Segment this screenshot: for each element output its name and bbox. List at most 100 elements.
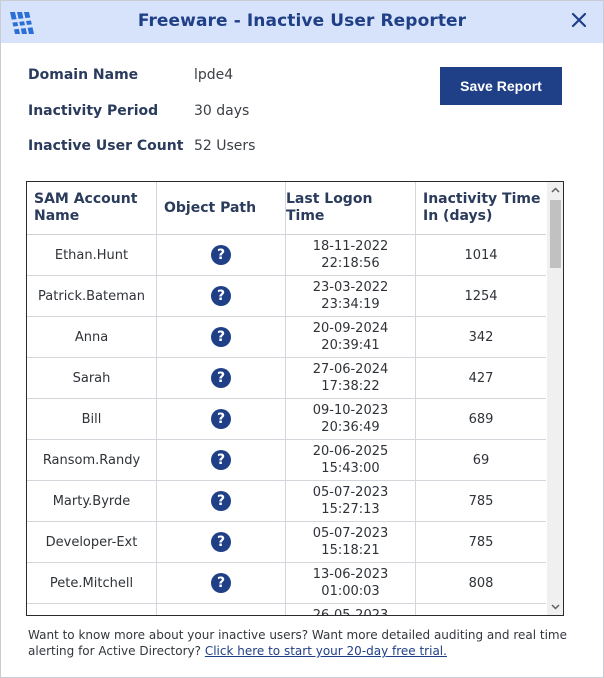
question-icon[interactable]: ? <box>211 409 231 429</box>
last-logon-date: 27-06-2024 <box>312 362 389 377</box>
object-path-cell: ? <box>157 399 286 439</box>
table-row[interactable]: ? 26-05-2023 <box>27 604 546 616</box>
last-logon-time-cell: 18-11-2022 22:18:56 <box>286 235 416 275</box>
scroll-up-arrow-icon[interactable] <box>547 182 563 198</box>
question-icon[interactable]: ? <box>211 327 231 347</box>
question-icon[interactable]: ? <box>211 368 231 388</box>
sam-account-name-cell <box>27 604 157 615</box>
last-logon-date: 09-10-2023 <box>312 403 389 418</box>
table-row[interactable]: Ransom.Randy? 20-06-2025 15:43:00 69 <box>27 440 546 481</box>
last-logon-time-cell: 13-06-2023 01:00:03 <box>286 563 416 603</box>
object-path-cell: ? <box>157 358 286 398</box>
last-logon-clock: 01:00:03 <box>321 584 380 599</box>
table-scrollbar[interactable] <box>547 182 563 615</box>
column-header-inactivity-time[interactable]: Inactivity Time In (days) <box>416 182 546 234</box>
last-logon-date: 18-11-2022 <box>312 239 389 254</box>
scroll-thumb[interactable] <box>550 200 561 268</box>
inactive-user-count-value: 52 Users <box>194 138 256 154</box>
last-logon-clock: 20:39:41 <box>321 338 380 353</box>
domain-name-value: lpde4 <box>194 67 234 83</box>
last-logon-date: 20-09-2024 <box>312 321 389 336</box>
domain-name-label: Domain Name <box>28 67 139 83</box>
sam-account-name-cell: Developer-Ext <box>27 522 157 562</box>
inactivity-days-cell: 808 <box>468 575 494 591</box>
inactivity-period-label: Inactivity Period <box>28 103 159 119</box>
sam-account-name-cell: Anna <box>27 317 157 357</box>
question-icon[interactable]: ? <box>211 450 231 470</box>
last-logon-date: 26-05-2023 <box>312 608 389 616</box>
last-logon-clock: 17:38:22 <box>321 379 380 394</box>
question-icon[interactable]: ? <box>211 573 231 593</box>
free-trial-link[interactable]: Click here to start your 20-day free tri… <box>205 644 447 658</box>
inactivity-days-cell <box>416 604 546 615</box>
column-header-object-path[interactable]: Object Path <box>157 182 286 234</box>
inactivity-days-cell: 69 <box>472 452 490 468</box>
last-logon-time-cell: 20-06-2025 15:43:00 <box>286 440 416 480</box>
object-path-cell: ? <box>157 604 286 615</box>
sam-account-name-cell: Ransom.Randy <box>27 440 157 480</box>
object-path-cell: ? <box>157 563 286 603</box>
table-row[interactable]: Ethan.Hunt? 18-11-2022 22:18:56 1014 <box>27 235 546 276</box>
object-path-cell: ? <box>157 522 286 562</box>
object-path-cell: ? <box>157 481 286 521</box>
last-logon-time-cell: 27-06-2024 17:38:22 <box>286 358 416 398</box>
table-row[interactable]: Patrick.Bateman? 23-03-2022 23:34:19 1254 <box>27 276 546 317</box>
column-header-sam-account-name[interactable]: SAM Account Name <box>27 182 157 234</box>
last-logon-date: 20-06-2025 <box>312 444 389 459</box>
sam-account-name-cell: Bill <box>27 399 157 439</box>
table-row[interactable]: Pete.Mitchell? 13-06-2023 01:00:03 808 <box>27 563 546 604</box>
question-icon[interactable]: ? <box>211 491 231 511</box>
title-bar: Freeware - Inactive User Reporter <box>1 1 603 43</box>
sam-account-name-cell: Marty.Byrde <box>27 481 157 521</box>
window-title: Freeware - Inactive User Reporter <box>137 11 467 31</box>
inactivity-days-cell: 427 <box>468 370 494 386</box>
last-logon-clock: 20:36:49 <box>321 420 380 435</box>
last-logon-time-cell: 26-05-2023 <box>286 604 416 616</box>
inactivity-days-cell: 342 <box>468 329 494 345</box>
inactivity-days-cell: 785 <box>468 493 494 509</box>
column-header-last-logon-time[interactable]: Last Logon Time <box>286 182 416 234</box>
last-logon-clock: 15:43:00 <box>321 461 380 476</box>
inactivity-days-cell: 1254 <box>464 288 498 304</box>
question-icon[interactable]: ? <box>211 532 231 552</box>
sam-account-name-cell: Pete.Mitchell <box>27 563 157 603</box>
last-logon-time-cell: 20-09-2024 20:39:41 <box>286 317 416 357</box>
object-path-cell: ? <box>157 235 286 275</box>
sam-account-name-cell: Ethan.Hunt <box>27 235 157 275</box>
table-row[interactable]: Anna? 20-09-2024 20:39:41 342 <box>27 317 546 358</box>
question-icon[interactable]: ? <box>211 286 231 306</box>
inactivity-days-cell: 689 <box>468 411 494 427</box>
last-logon-time-cell: 05-07-2023 15:27:13 <box>286 481 416 521</box>
scroll-down-arrow-icon[interactable] <box>547 599 563 615</box>
app-window: Freeware - Inactive User Reporter Domain… <box>0 0 604 678</box>
last-logon-date: 23-03-2022 <box>312 280 389 295</box>
last-logon-time-cell: 09-10-2023 20:36:49 <box>286 399 416 439</box>
object-path-cell: ? <box>157 440 286 480</box>
table-row[interactable]: Bill? 09-10-2023 20:36:49 689 <box>27 399 546 440</box>
object-path-cell: ? <box>157 317 286 357</box>
table-header-row: SAM Account Name Object Path Last Logon … <box>27 182 546 235</box>
last-logon-date: 05-07-2023 <box>312 485 389 500</box>
sam-account-name-cell: Sarah <box>27 358 157 398</box>
close-icon[interactable] <box>569 10 589 30</box>
footer-promo: Want to know more about your inactive us… <box>28 627 568 659</box>
inactivity-days-cell: 1014 <box>464 247 498 263</box>
inactivity-period-value: 30 days <box>194 103 250 119</box>
table-row[interactable]: Sarah? 27-06-2024 17:38:22 427 <box>27 358 546 399</box>
last-logon-clock: 23:34:19 <box>321 297 380 312</box>
last-logon-time-cell: 23-03-2022 23:34:19 <box>286 276 416 316</box>
last-logon-date: 05-07-2023 <box>312 526 389 541</box>
last-logon-clock: 22:18:56 <box>321 256 380 271</box>
last-logon-time-cell: 05-07-2023 15:18:21 <box>286 522 416 562</box>
last-logon-clock: 15:27:13 <box>321 502 380 517</box>
table-row[interactable]: Marty.Byrde? 05-07-2023 15:27:13 785 <box>27 481 546 522</box>
inactivity-days-cell: 785 <box>468 534 494 550</box>
sam-account-name-cell: Patrick.Bateman <box>27 276 157 316</box>
table-row[interactable]: Developer-Ext? 05-07-2023 15:18:21 785 <box>27 522 546 563</box>
object-path-cell: ? <box>157 276 286 316</box>
question-icon[interactable]: ? <box>211 245 231 265</box>
inactive-user-count-label: Inactive User Count <box>28 138 184 154</box>
save-report-button[interactable]: Save Report <box>440 67 562 105</box>
last-logon-date: 13-06-2023 <box>312 567 389 582</box>
inactive-users-table: SAM Account Name Object Path Last Logon … <box>26 181 564 616</box>
